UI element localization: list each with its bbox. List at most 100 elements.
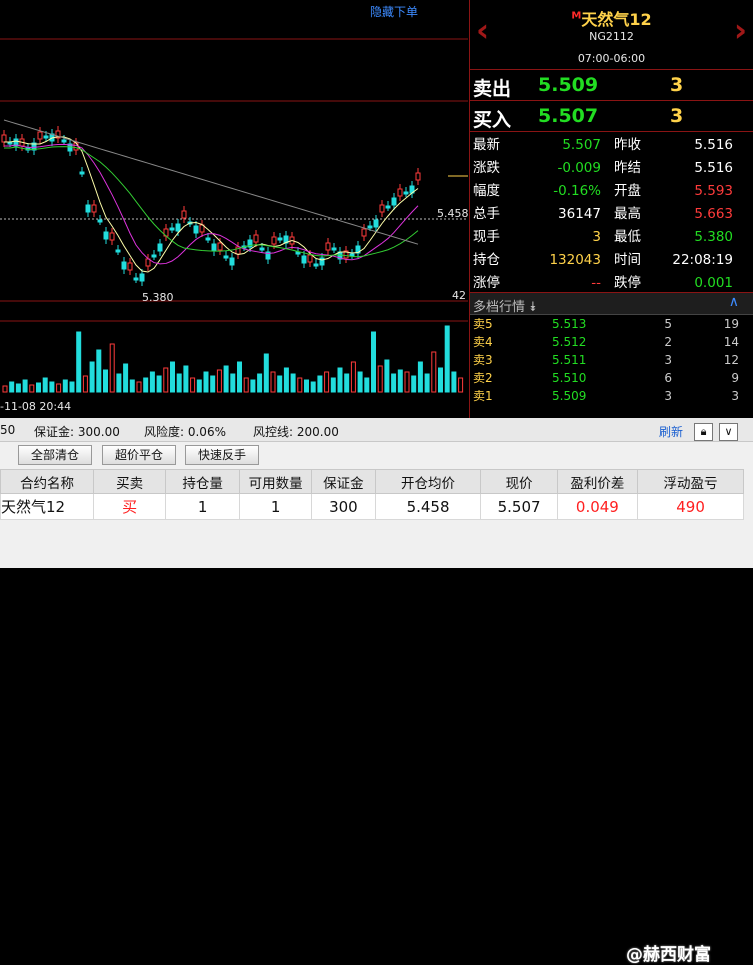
depth-header[interactable]: 多档行情 ⯯ ∧	[470, 293, 753, 315]
candle-body	[319, 257, 325, 266]
action-button-bar: 全部清仓 超价平仓 快速反手	[0, 442, 753, 468]
quote-panel: ‹ M天然气12 NG2112 07:00-06:00 › 卖出 5.509 3…	[469, 0, 753, 418]
column-header[interactable]: 合约名称	[0, 469, 95, 494]
volume-bar	[397, 369, 403, 393]
table-header-row: 合约名称 买卖 持仓量 可用数量 保证金 开仓均价 现价 盈利价差 浮动盈亏	[0, 469, 744, 494]
candle-body	[115, 249, 121, 253]
volume-bar	[451, 371, 457, 393]
candlestick-chart[interactable]: 隐藏下单 5.380 5.458 42 -11-08 20:44	[0, 0, 468, 418]
close-all-button[interactable]: 全部清仓	[18, 445, 92, 465]
next-contract-icon[interactable]: ›	[734, 14, 747, 46]
volume-bar	[210, 375, 216, 393]
volume-bar	[391, 373, 397, 393]
volume-bar	[149, 371, 155, 393]
main-contract-marker: M	[571, 10, 582, 22]
quick-reverse-button[interactable]: 快速反手	[185, 445, 259, 465]
volume-bar	[116, 373, 122, 393]
depth-total: 9	[731, 371, 739, 385]
volume-bar	[371, 331, 376, 393]
table-cell: 0.049	[556, 493, 639, 520]
candle-body	[193, 225, 199, 234]
table-row[interactable]: 天然气12 买 1 1 300 5.458 5.507 0.049 490	[0, 493, 744, 520]
column-header[interactable]: 可用数量	[239, 469, 313, 494]
volume-bar	[82, 375, 88, 393]
candle-body	[331, 247, 337, 251]
candle-body	[169, 227, 175, 231]
column-header[interactable]: 开仓均价	[374, 469, 482, 494]
quote-value: 5.516	[694, 137, 733, 153]
depth-price: 5.511	[552, 353, 587, 367]
column-header[interactable]: 现价	[480, 469, 558, 494]
instrument-code: NG2112	[589, 30, 634, 43]
quote-value: -0.009	[557, 160, 601, 176]
column-header[interactable]: 盈利价差	[556, 469, 639, 494]
volume-bar	[223, 365, 229, 393]
dropdown-chevron-icon[interactable]: ∨	[719, 423, 738, 441]
account-status-bar: 50 保证金: 300.00 风险度: 0.06% 风控线: 200.00 刷新…	[0, 418, 753, 442]
volume-bar	[109, 343, 115, 393]
buy-price: 5.507	[538, 105, 599, 127]
collapse-chevron-up-icon[interactable]: ∧	[729, 294, 739, 310]
candle-body	[121, 261, 127, 270]
watermark-text: @赫西财富	[626, 945, 711, 965]
buy-row[interactable]: 买入 5.507 3	[470, 101, 753, 132]
depth-qty: 2	[664, 335, 672, 349]
volume-bar	[129, 379, 135, 393]
depth-price: 5.512	[552, 335, 587, 349]
candle-body	[217, 242, 223, 251]
volume-bar	[230, 373, 236, 393]
trading-session: 07:00-06:00	[577, 52, 646, 65]
quote-label: 最新	[473, 137, 500, 153]
lock-icon[interactable]: 🔒︎	[694, 423, 713, 441]
depth-price: 5.513	[552, 317, 587, 331]
volume-bar	[49, 381, 55, 393]
candle-body	[361, 228, 367, 237]
candle-body	[307, 254, 313, 263]
volume-bar	[176, 373, 182, 393]
volume-bar	[324, 371, 330, 393]
volume-bar	[36, 382, 41, 393]
candle-body	[379, 204, 385, 213]
close-flat-button[interactable]: 超价平仓	[102, 445, 176, 465]
column-header[interactable]: 浮动盈亏	[637, 469, 744, 494]
column-header[interactable]: 保证金	[311, 469, 376, 494]
depth-label: 卖3	[473, 353, 493, 367]
hide-order-link[interactable]: 隐藏下单	[370, 3, 418, 20]
volume-bar	[304, 379, 309, 393]
candle-body	[271, 236, 277, 245]
candle-body	[313, 263, 319, 267]
sell-row[interactable]: 卖出 5.509 3	[470, 70, 753, 101]
risk-line-text: 风控线: 200.00	[253, 425, 339, 439]
table-cell: 5.507	[480, 493, 558, 520]
volume-bar	[15, 383, 21, 393]
volume-bar	[297, 377, 303, 393]
candle-body	[97, 219, 103, 223]
quote-label: 开盘	[614, 183, 641, 199]
quote-label: 昨收	[614, 137, 641, 153]
depth-label: 卖2	[473, 371, 493, 385]
quote-value: 3	[592, 229, 601, 245]
volume-scale-label: 42	[452, 289, 466, 302]
candle-body	[79, 171, 85, 175]
depth-qty: 3	[664, 353, 672, 367]
table-cell: 300	[311, 493, 376, 520]
volume-bar	[411, 375, 417, 393]
depth-list: 卖5 5.513 5 19 卖4 5.512 2 14 卖3 5.511 3 12 卖2 5.510 6 9 卖…	[470, 315, 753, 405]
quote-value: 5.593	[694, 183, 733, 199]
depth-title: 多档行情 ⯯	[473, 296, 537, 315]
column-header[interactable]: 持仓量	[165, 469, 241, 494]
quote-label: 涨停	[473, 275, 500, 291]
volume-bar	[22, 379, 28, 393]
ma-line-60	[3, 119, 419, 245]
volume-bar	[190, 377, 196, 393]
refresh-link[interactable]: 刷新	[659, 423, 683, 440]
depth-label: 卖4	[473, 335, 493, 349]
candle-body	[37, 131, 43, 140]
kline-svg	[0, 38, 468, 393]
risk-text: 风险度: 0.06%	[144, 425, 226, 439]
quote-label: 持仓	[473, 252, 500, 268]
table-cell: 1	[165, 493, 241, 520]
depth-price: 5.509	[552, 389, 587, 403]
column-header[interactable]: 买卖	[93, 469, 167, 494]
candle-body	[223, 255, 229, 259]
